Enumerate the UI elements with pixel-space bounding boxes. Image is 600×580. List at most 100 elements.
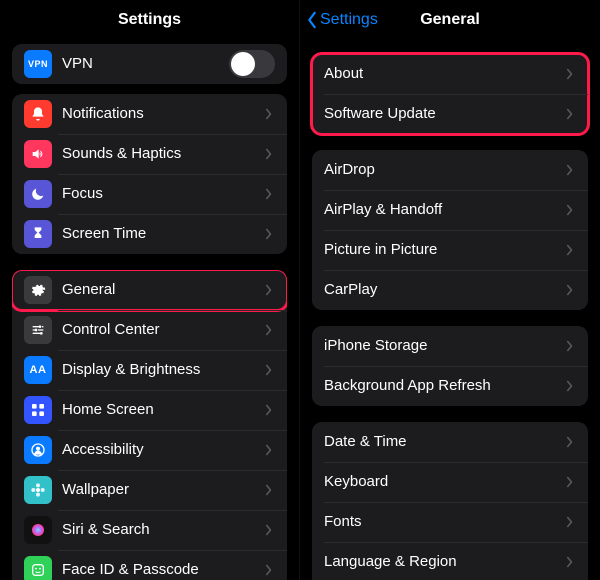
row-label: Control Center — [62, 321, 265, 339]
settings-row-siri-search[interactable]: Siri & Search — [12, 510, 287, 550]
general-row-airdrop[interactable]: AirDrop — [312, 150, 588, 190]
chevron-right-icon — [566, 476, 576, 488]
row-label: Background App Refresh — [324, 377, 566, 395]
general-row-language-region[interactable]: Language & Region — [312, 542, 588, 580]
chevron-right-icon — [265, 564, 275, 576]
general-group-datetime: Date & Time Keyboard Fonts Language & Regio… — [312, 422, 588, 580]
row-label: Keyboard — [324, 473, 566, 491]
moon-icon — [24, 180, 52, 208]
row-label: Display & Brightness — [62, 361, 265, 379]
general-row-airplay-handoff[interactable]: AirPlay & Handoff — [312, 190, 588, 230]
general-title: General — [420, 11, 480, 29]
speaker-icon — [24, 140, 52, 168]
settings-row-home-screen[interactable]: Home Screen — [12, 390, 287, 430]
chevron-right-icon — [566, 204, 576, 216]
vpn-row-group: VPN VPN — [12, 44, 287, 84]
row-label: Siri & Search — [62, 521, 265, 539]
settings-screen: Settings VPN VPN Notifications Sounds & H… — [0, 0, 300, 580]
general-row-fonts[interactable]: Fonts — [312, 502, 588, 542]
chevron-right-icon — [265, 228, 275, 240]
row-label: Wallpaper — [62, 481, 265, 499]
general-row-carplay[interactable]: CarPlay — [312, 270, 588, 310]
chevron-right-icon — [566, 436, 576, 448]
settings-row-display-brightness[interactable]: AA Display & Brightness — [12, 350, 287, 390]
general-group-airdrop: AirDrop AirPlay & Handoff Picture in Pictu… — [312, 150, 588, 310]
chevron-right-icon — [265, 484, 275, 496]
general-row-date-time[interactable]: Date & Time — [312, 422, 588, 462]
chevron-right-icon — [265, 404, 275, 416]
settings-row-notifications[interactable]: Notifications — [12, 94, 287, 134]
general-row-picture-in-picture[interactable]: Picture in Picture — [312, 230, 588, 270]
chevron-right-icon — [566, 244, 576, 256]
chevron-right-icon — [265, 524, 275, 536]
general-header: Settings General — [300, 0, 600, 40]
row-label: Sounds & Haptics — [62, 145, 265, 163]
settings-row-accessibility[interactable]: Accessibility — [12, 430, 287, 470]
general-row-iphone-storage[interactable]: iPhone Storage — [312, 326, 588, 366]
chevron-right-icon — [265, 108, 275, 120]
settings-row-sounds-haptics[interactable]: Sounds & Haptics — [12, 134, 287, 174]
face-icon — [24, 556, 52, 580]
chevron-right-icon — [566, 556, 576, 568]
chevron-right-icon — [265, 364, 275, 376]
row-label: iPhone Storage — [324, 337, 566, 355]
general-row-background-app-refresh[interactable]: Background App Refresh — [312, 366, 588, 406]
settings-group-notifications: Notifications Sounds & Haptics Focus Screen… — [12, 94, 287, 254]
settings-row-focus[interactable]: Focus — [12, 174, 287, 214]
vpn-toggle[interactable] — [229, 50, 275, 78]
chevron-right-icon — [566, 68, 576, 80]
back-label: Settings — [320, 11, 378, 29]
grid-icon — [24, 396, 52, 424]
settings-header: Settings — [0, 0, 299, 40]
general-group-about: About Software Update — [312, 54, 588, 134]
vpn-icon: VPN — [24, 50, 52, 78]
settings-row-face-id-passcode[interactable]: Face ID & Passcode — [12, 550, 287, 580]
general-screen: Settings General About Software Update Ai… — [300, 0, 600, 580]
chevron-right-icon — [265, 324, 275, 336]
row-label: General — [62, 281, 265, 299]
sliders-icon — [24, 316, 52, 344]
chevron-right-icon — [265, 188, 275, 200]
row-label: Language & Region — [324, 553, 566, 571]
hourglass-icon — [24, 220, 52, 248]
settings-row-vpn[interactable]: VPN VPN — [12, 44, 287, 84]
chevron-right-icon — [566, 284, 576, 296]
row-label: Home Screen — [62, 401, 265, 419]
row-label: CarPlay — [324, 281, 566, 299]
gear-icon — [24, 276, 52, 304]
chevron-left-icon — [306, 11, 318, 29]
row-label: Date & Time — [324, 433, 566, 451]
row-label: Picture in Picture — [324, 241, 566, 259]
row-label: Accessibility — [62, 441, 265, 459]
row-label: About — [324, 65, 566, 83]
chevron-right-icon — [566, 380, 576, 392]
general-row-keyboard[interactable]: Keyboard — [312, 462, 588, 502]
row-label: AirPlay & Handoff — [324, 201, 566, 219]
person-icon — [24, 436, 52, 464]
AA-icon: AA — [24, 356, 52, 384]
general-row-about[interactable]: About — [312, 54, 588, 94]
settings-row-control-center[interactable]: Control Center — [12, 310, 287, 350]
chevron-right-icon — [566, 164, 576, 176]
chevron-right-icon — [566, 108, 576, 120]
flower-icon — [24, 476, 52, 504]
settings-row-screen-time[interactable]: Screen Time — [12, 214, 287, 254]
back-button[interactable]: Settings — [306, 0, 378, 40]
row-label: AirDrop — [324, 161, 566, 179]
bell-icon — [24, 100, 52, 128]
chevron-right-icon — [265, 148, 275, 160]
row-label: Fonts — [324, 513, 566, 531]
row-label: Notifications — [62, 105, 265, 123]
row-label: VPN — [62, 55, 229, 73]
general-group-storage: iPhone Storage Background App Refresh — [312, 326, 588, 406]
siri-icon — [24, 516, 52, 544]
chevron-right-icon — [265, 284, 275, 296]
row-label: Focus — [62, 185, 265, 203]
row-label: Software Update — [324, 105, 566, 123]
settings-row-general[interactable]: General — [12, 270, 287, 310]
settings-row-wallpaper[interactable]: Wallpaper — [12, 470, 287, 510]
settings-group-general: General Control Center AA Display & Brightn… — [12, 270, 287, 580]
settings-title: Settings — [118, 11, 181, 29]
chevron-right-icon — [265, 444, 275, 456]
general-row-software-update[interactable]: Software Update — [312, 94, 588, 134]
